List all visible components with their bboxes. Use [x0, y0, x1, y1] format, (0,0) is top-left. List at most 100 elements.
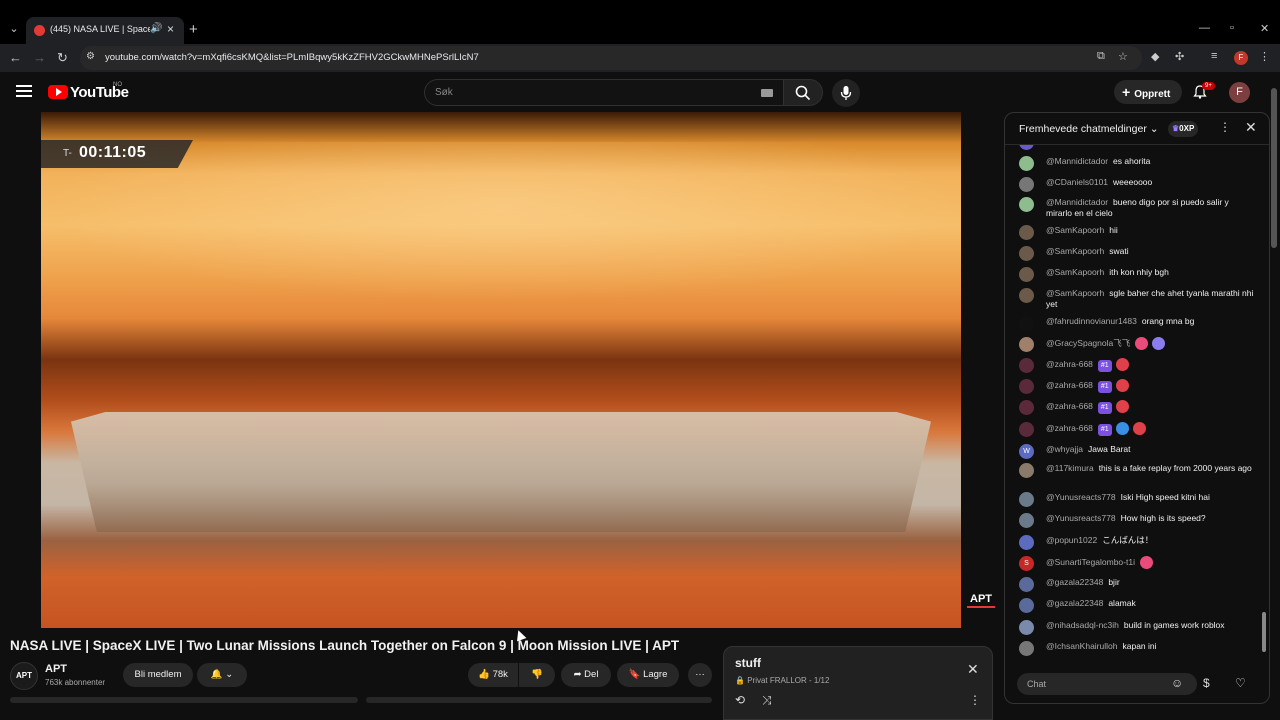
chat-mode-dropdown[interactable]: Fremhevede chatmeldinger ⌄: [1019, 123, 1159, 135]
url-field[interactable]: ⚙ youtube.com/watch?v=mXqfi6csKMQ&list=P…: [80, 46, 1142, 70]
chat-message[interactable]: @117kimura this is a fake replay from 200…: [1019, 463, 1255, 478]
chat-author-avatar[interactable]: [1019, 145, 1034, 150]
maximize-icon[interactable]: ▫: [1230, 22, 1234, 34]
chat-message[interactable]: @zahra-668 #1: [1019, 400, 1255, 415]
media-control-icon[interactable]: ≡: [1211, 50, 1217, 62]
chat-author-name[interactable]: @nihadsadql-nc3ih: [1046, 620, 1119, 630]
chat-author-name[interactable]: @SamKapoorh: [1046, 267, 1104, 277]
chat-author-name[interactable]: @Mannidictador: [1046, 197, 1108, 207]
chat-message[interactable]: @fahrudinnovianur1483 orang mna bg: [1019, 316, 1255, 331]
chat-author-avatar[interactable]: [1019, 225, 1034, 240]
emoji-icon[interactable]: ☺: [1171, 676, 1183, 690]
chat-message[interactable]: @Mannidictador es ahorita: [1019, 156, 1255, 171]
more-actions-button[interactable]: ···: [688, 663, 712, 687]
heart-icon[interactable]: ♡: [1235, 676, 1246, 690]
chat-author-avatar[interactable]: [1019, 156, 1034, 171]
chat-message[interactable]: @SamKapoorh sgle baher che ahet tyanla ma…: [1019, 288, 1255, 310]
chat-message-list[interactable]: @droitzone720 en @Mannidictador es ahorita…: [1005, 145, 1269, 665]
chat-author-avatar[interactable]: [1019, 246, 1034, 261]
chat-author-avatar[interactable]: [1019, 422, 1034, 437]
channel-watermark[interactable]: APT: [967, 593, 995, 611]
install-app-icon[interactable]: ⧉: [1097, 50, 1105, 63]
chat-author-avatar[interactable]: [1019, 463, 1034, 478]
chat-message[interactable]: @IchsanKhairulloh kapan ini: [1019, 641, 1255, 656]
chat-author-name[interactable]: @SunartiTegalombo-t1i: [1046, 557, 1135, 567]
browser-profile-avatar[interactable]: F: [1234, 51, 1248, 65]
like-button[interactable]: 👍 78k: [468, 663, 518, 687]
browser-menu-icon[interactable]: ⋮: [1259, 50, 1270, 63]
subscription-bell-button[interactable]: 🔔 ⌄: [197, 663, 247, 687]
chat-author-name[interactable]: @CDaniels0101: [1046, 177, 1108, 187]
chat-author-name[interactable]: @IchsanKhairulloh: [1046, 641, 1117, 651]
chat-author-name[interactable]: @SamKapoorh: [1046, 288, 1104, 298]
chat-message[interactable]: @Yunusreacts778 Iski High speed kitni hai: [1019, 492, 1255, 507]
chat-author-name[interactable]: @117kimura: [1046, 463, 1094, 473]
chat-author-name[interactable]: @zahra-668: [1046, 380, 1093, 390]
chat-author-avatar[interactable]: [1019, 197, 1034, 212]
channel-name[interactable]: APT: [45, 663, 67, 675]
chat-author-name[interactable]: @gazala22348: [1046, 598, 1103, 608]
chat-author-avatar[interactable]: [1019, 267, 1034, 282]
chat-author-avatar[interactable]: [1019, 492, 1034, 507]
chat-message[interactable]: @GracySpagnola飞飞: [1019, 337, 1255, 352]
hamburger-menu-icon[interactable]: [16, 85, 32, 100]
chat-author-avatar[interactable]: [1019, 358, 1034, 373]
reload-icon[interactable]: ↻: [57, 50, 68, 66]
chat-message[interactable]: W @whyajja Jawa Barat: [1019, 444, 1255, 459]
chat-message[interactable]: @SamKapoorh hii: [1019, 225, 1255, 240]
forward-icon[interactable]: →: [33, 50, 46, 65]
chat-scrollbar[interactable]: [1262, 612, 1266, 652]
chat-author-name[interactable]: @zahra-668: [1046, 423, 1093, 433]
chat-message[interactable]: @zahra-668 #1: [1019, 422, 1255, 437]
browser-tab[interactable]: (445) NASA LIVE | SpaceX LI 🔊 ×: [26, 17, 184, 44]
chat-input[interactable]: Chat: [1017, 673, 1197, 695]
playlist-title[interactable]: stuff: [735, 656, 761, 670]
chat-author-name[interactable]: @fahrudinnovianur1483: [1046, 316, 1137, 326]
chat-message[interactable]: @CDaniels0101 weeeoooo: [1019, 177, 1255, 192]
chat-message[interactable]: @gazala22348 alamak: [1019, 598, 1255, 613]
new-tab-icon[interactable]: +: [189, 21, 198, 38]
chat-author-avatar[interactable]: [1019, 577, 1034, 592]
channel-avatar[interactable]: APT: [10, 662, 38, 690]
speaker-icon[interactable]: 🔊: [150, 23, 162, 34]
chat-author-avatar[interactable]: [1019, 379, 1034, 394]
chat-close-icon[interactable]: ✕: [1245, 119, 1257, 136]
chat-author-avatar[interactable]: [1019, 177, 1034, 192]
chat-author-name[interactable]: @gazala22348: [1046, 577, 1103, 587]
chat-message[interactable]: S @SunartiTegalombo-t1i: [1019, 556, 1255, 571]
chat-author-name[interactable]: @zahra-668: [1046, 359, 1093, 369]
chat-author-avatar[interactable]: [1019, 598, 1034, 613]
search-input[interactable]: Søk: [424, 79, 784, 106]
chat-author-avatar[interactable]: [1019, 535, 1034, 550]
chat-author-avatar[interactable]: W: [1019, 444, 1034, 459]
chat-author-avatar[interactable]: [1019, 337, 1034, 352]
youtube-logo-icon[interactable]: [48, 85, 68, 99]
chat-message[interactable]: @SamKapoorh ith kon nhiy bgh: [1019, 267, 1255, 282]
puzzle-icon[interactable]: ✣: [1175, 50, 1184, 63]
chat-author-name[interactable]: @SamKapoorh: [1046, 246, 1104, 256]
account-avatar[interactable]: F: [1229, 82, 1250, 103]
xp-badge[interactable]: ♛0XP: [1168, 121, 1199, 137]
create-button[interactable]: + Opprett: [1114, 80, 1182, 104]
tab-close-icon[interactable]: ×: [167, 22, 174, 36]
join-button[interactable]: Bli medlem: [123, 663, 193, 687]
back-icon[interactable]: ←: [9, 50, 22, 65]
chat-message[interactable]: @Mannidictador bueno digo por si puedo sa…: [1019, 197, 1255, 219]
save-button[interactable]: 🔖 Lagre: [617, 663, 679, 687]
site-info-icon[interactable]: ⚙: [86, 51, 95, 62]
super-chat-icon[interactable]: $: [1203, 676, 1210, 690]
chat-message[interactable]: @zahra-668 #1: [1019, 379, 1255, 394]
loop-icon[interactable]: ⟲: [735, 693, 745, 707]
chat-author-name[interactable]: @zahra-668: [1046, 401, 1093, 411]
search-button[interactable]: [783, 79, 823, 106]
tab-search-chevron-icon[interactable]: ⌄: [6, 20, 22, 38]
page-scrollbar[interactable]: [1271, 88, 1277, 248]
video-player[interactable]: T- 00:11:05: [41, 112, 961, 628]
shuffle-icon[interactable]: ⤨: [762, 693, 772, 708]
chat-author-avatar[interactable]: [1019, 288, 1034, 303]
chat-message[interactable]: @SamKapoorh swati: [1019, 246, 1255, 261]
chat-menu-icon[interactable]: ⋮: [1219, 120, 1231, 134]
chat-message[interactable]: @nihadsadql-nc3ih build in games work rob…: [1019, 620, 1255, 635]
chat-message[interactable]: @popun1022 こんばんは！: [1019, 535, 1255, 550]
chat-author-name[interactable]: @Mannidictador: [1046, 156, 1108, 166]
